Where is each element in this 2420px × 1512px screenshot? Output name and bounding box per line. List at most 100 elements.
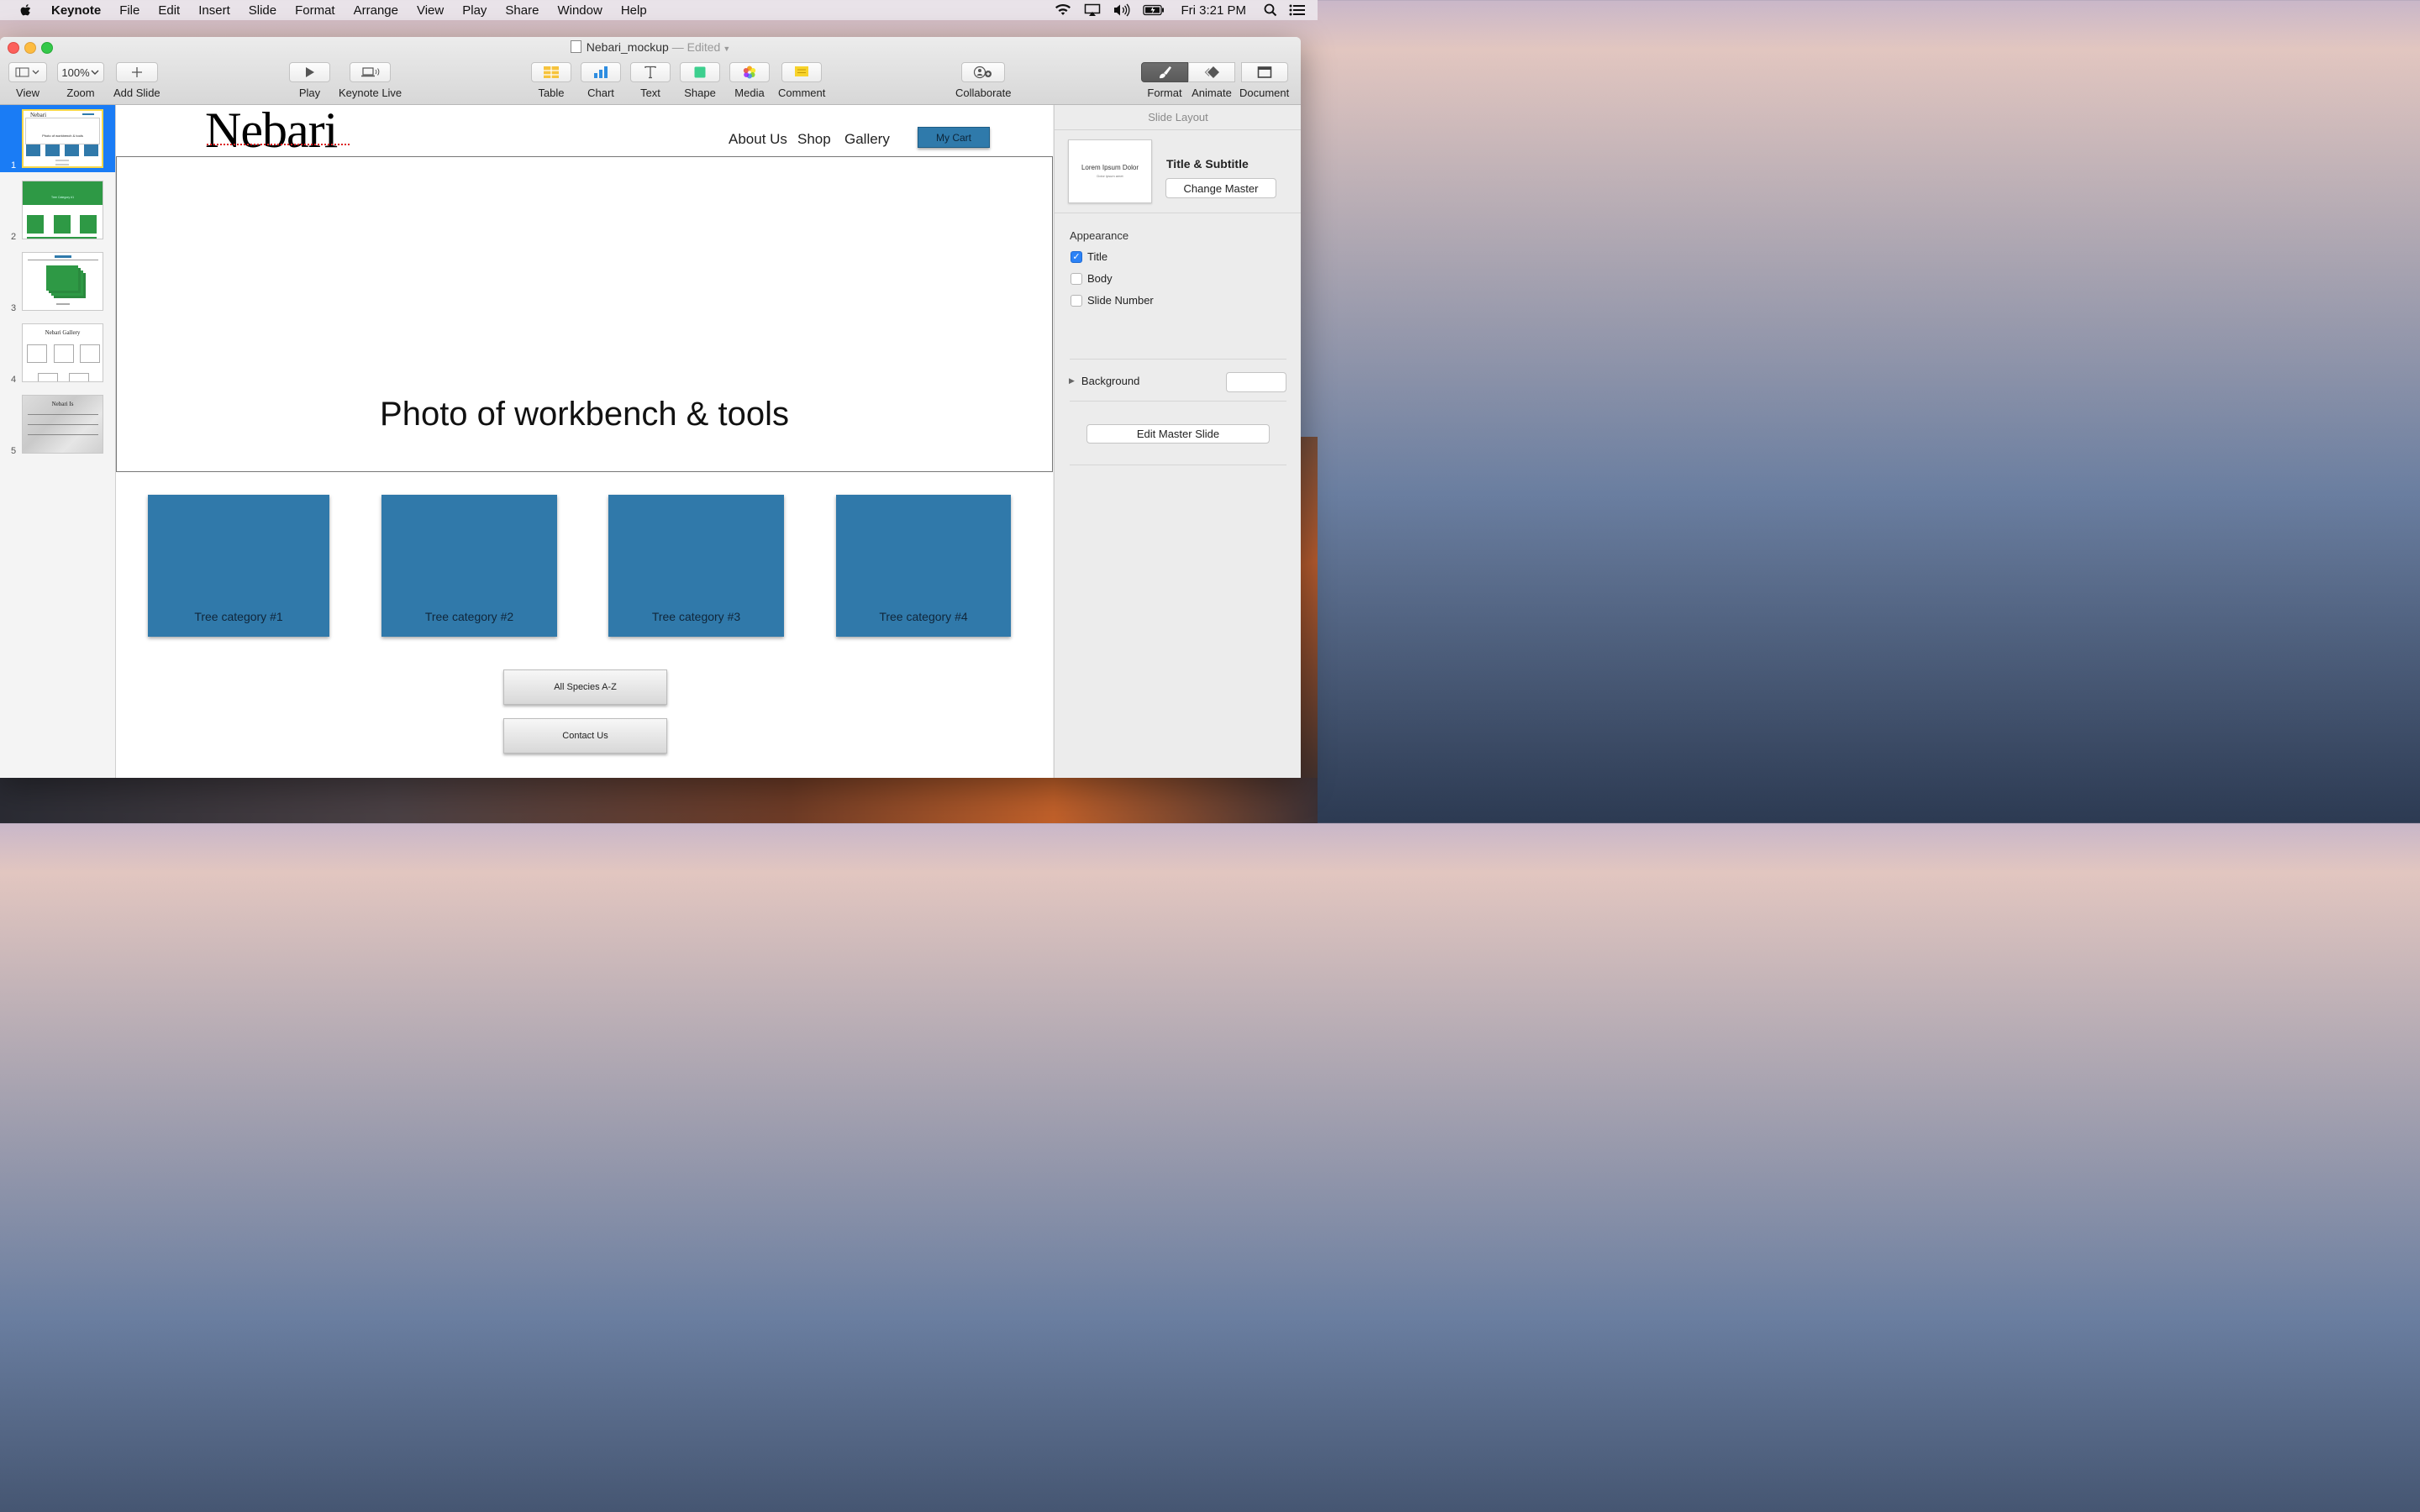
wifi-icon[interactable]: [1054, 3, 1072, 17]
slide-thumbnail-2[interactable]: Tree Category #1 2: [0, 176, 115, 244]
tree-category-card-4[interactable]: Tree category #4: [836, 495, 1011, 637]
slide-number-checkbox[interactable]: [1071, 294, 1082, 307]
comment-label: Comment: [778, 87, 826, 99]
menu-edit[interactable]: Edit: [158, 3, 180, 18]
thumb-card: [54, 215, 71, 234]
divider: [1070, 359, 1286, 360]
menu-view[interactable]: View: [417, 3, 444, 18]
battery-icon[interactable]: [1143, 4, 1165, 16]
thumb-text-line: [28, 424, 98, 425]
chart-label: Chart: [587, 87, 614, 99]
document-name: Nebari_mockup: [586, 40, 669, 54]
menu-play[interactable]: Play: [462, 3, 487, 18]
collaborate-tool[interactable]: Collaborate: [955, 62, 1012, 99]
keynote-live-button[interactable]: [350, 62, 392, 82]
volume-icon[interactable]: [1113, 3, 1131, 17]
table-tool[interactable]: Table: [531, 62, 571, 99]
slide-thumbnail-4[interactable]: Nebari Gallery 4: [0, 319, 115, 386]
play-button[interactable]: [289, 62, 330, 82]
menu-format[interactable]: Format: [295, 3, 335, 18]
appearance-heading: Appearance: [1070, 229, 1129, 242]
chart-tool[interactable]: Chart: [581, 62, 621, 99]
background-color-well[interactable]: [1226, 372, 1286, 392]
format-tool[interactable]: Format: [1141, 62, 1188, 99]
master-thumbnail[interactable]: Lorem Ipsum Dolor Dolor ipsum amet: [1068, 139, 1152, 203]
thumb-frame: [69, 373, 89, 381]
shape-button[interactable]: [680, 62, 720, 82]
menu-slide[interactable]: Slide: [249, 3, 276, 18]
menu-insert[interactable]: Insert: [198, 3, 230, 18]
menu-share[interactable]: Share: [505, 3, 539, 18]
document-button[interactable]: [1240, 62, 1288, 82]
nav-about-us[interactable]: About Us: [729, 131, 787, 148]
spellcheck-underline: [207, 144, 350, 145]
animate-tool[interactable]: Animate: [1188, 62, 1235, 99]
slide-number: 3: [11, 303, 17, 313]
contact-us-button[interactable]: Contact Us: [503, 718, 667, 753]
thumb-cart: [82, 113, 94, 115]
slide-thumbnail-5[interactable]: Nebari Is 5: [0, 391, 115, 458]
menu-file[interactable]: File: [119, 3, 139, 18]
play-tool[interactable]: Play: [289, 62, 330, 99]
menu-app-name[interactable]: Keynote: [51, 3, 101, 18]
photo-placeholder-box[interactable]: Photo of workbench & tools: [116, 156, 1053, 472]
collaborate-button[interactable]: [961, 62, 1006, 82]
paintbrush-icon: [1160, 66, 1171, 79]
add-slide-tool[interactable]: Add Slide: [113, 62, 160, 99]
tree-category-card-3[interactable]: Tree category #3: [608, 495, 784, 637]
text-button[interactable]: [630, 62, 671, 82]
nav-shop[interactable]: Shop: [797, 131, 831, 148]
title-checkbox[interactable]: ✓: [1071, 250, 1082, 263]
window-title[interactable]: Nebari_mockup — Edited ▼: [0, 40, 1301, 54]
disclosure-triangle-icon[interactable]: ▶: [1069, 376, 1075, 386]
media-tool[interactable]: Media: [729, 62, 770, 99]
body-checkbox-row[interactable]: Body: [1071, 272, 1113, 285]
comment-tool[interactable]: Comment: [778, 62, 825, 99]
menu-window[interactable]: Window: [557, 3, 602, 18]
airplay-icon[interactable]: [1084, 3, 1101, 17]
change-master-button[interactable]: Change Master: [1165, 178, 1276, 198]
text-tool[interactable]: Text: [630, 62, 671, 99]
zoom-tool[interactable]: 100% Zoom: [57, 62, 104, 99]
notification-center-icon[interactable]: [1289, 3, 1306, 17]
thumb-frame: [54, 344, 74, 363]
title-checkbox-row[interactable]: ✓ Title: [1071, 250, 1107, 263]
clock[interactable]: Fri 3:21 PM: [1181, 3, 1246, 18]
slide-number-checkbox-row[interactable]: Slide Number: [1071, 294, 1154, 307]
media-button[interactable]: [729, 62, 770, 82]
nav-gallery[interactable]: Gallery: [844, 131, 890, 148]
slide-canvas[interactable]: Nebari About Us Shop Gallery My Cart Pho…: [116, 102, 1053, 778]
zoom-select[interactable]: 100%: [57, 62, 104, 82]
shape-tool[interactable]: Shape: [680, 62, 720, 99]
all-species-button[interactable]: All Species A-Z: [503, 669, 667, 705]
document-tool[interactable]: Document: [1239, 62, 1289, 99]
format-button[interactable]: [1141, 62, 1188, 82]
my-cart-button[interactable]: My Cart: [918, 127, 990, 148]
thumb-button: [55, 164, 69, 165]
slide-thumbnail-3[interactable]: 3: [0, 248, 115, 315]
nebari-logo-text[interactable]: Nebari: [205, 102, 338, 160]
slide-preview: Tree Category #1: [22, 181, 103, 239]
body-checkbox[interactable]: [1071, 272, 1082, 285]
comment-button[interactable]: [781, 62, 823, 82]
menu-help[interactable]: Help: [621, 3, 647, 18]
thumb-category: [84, 144, 98, 156]
background-disclosure[interactable]: ▶ Background: [1069, 375, 1139, 387]
chart-button[interactable]: [581, 62, 621, 82]
keynote-live-tool[interactable]: Keynote Live: [339, 62, 402, 99]
table-button[interactable]: [531, 62, 571, 82]
view-button[interactable]: [8, 62, 47, 82]
tree-category-card-2[interactable]: Tree category #2: [381, 495, 557, 637]
slide-thumbnail-1[interactable]: Nebari Photo of workbench & tools 1: [0, 105, 115, 172]
document-label: Document: [1239, 87, 1290, 99]
view-tool[interactable]: View: [8, 62, 47, 99]
edit-master-slide-button[interactable]: Edit Master Slide: [1086, 424, 1270, 444]
photo-placeholder-text[interactable]: Photo of workbench & tools: [117, 396, 1052, 433]
menu-arrange[interactable]: Arrange: [354, 3, 398, 18]
add-slide-button[interactable]: [115, 62, 158, 82]
animate-button[interactable]: [1188, 62, 1235, 82]
spotlight-search-icon[interactable]: [1264, 3, 1277, 17]
thumb-category: [65, 144, 79, 156]
tree-category-card-1[interactable]: Tree category #1: [148, 495, 329, 637]
apple-icon[interactable]: [19, 3, 33, 18]
